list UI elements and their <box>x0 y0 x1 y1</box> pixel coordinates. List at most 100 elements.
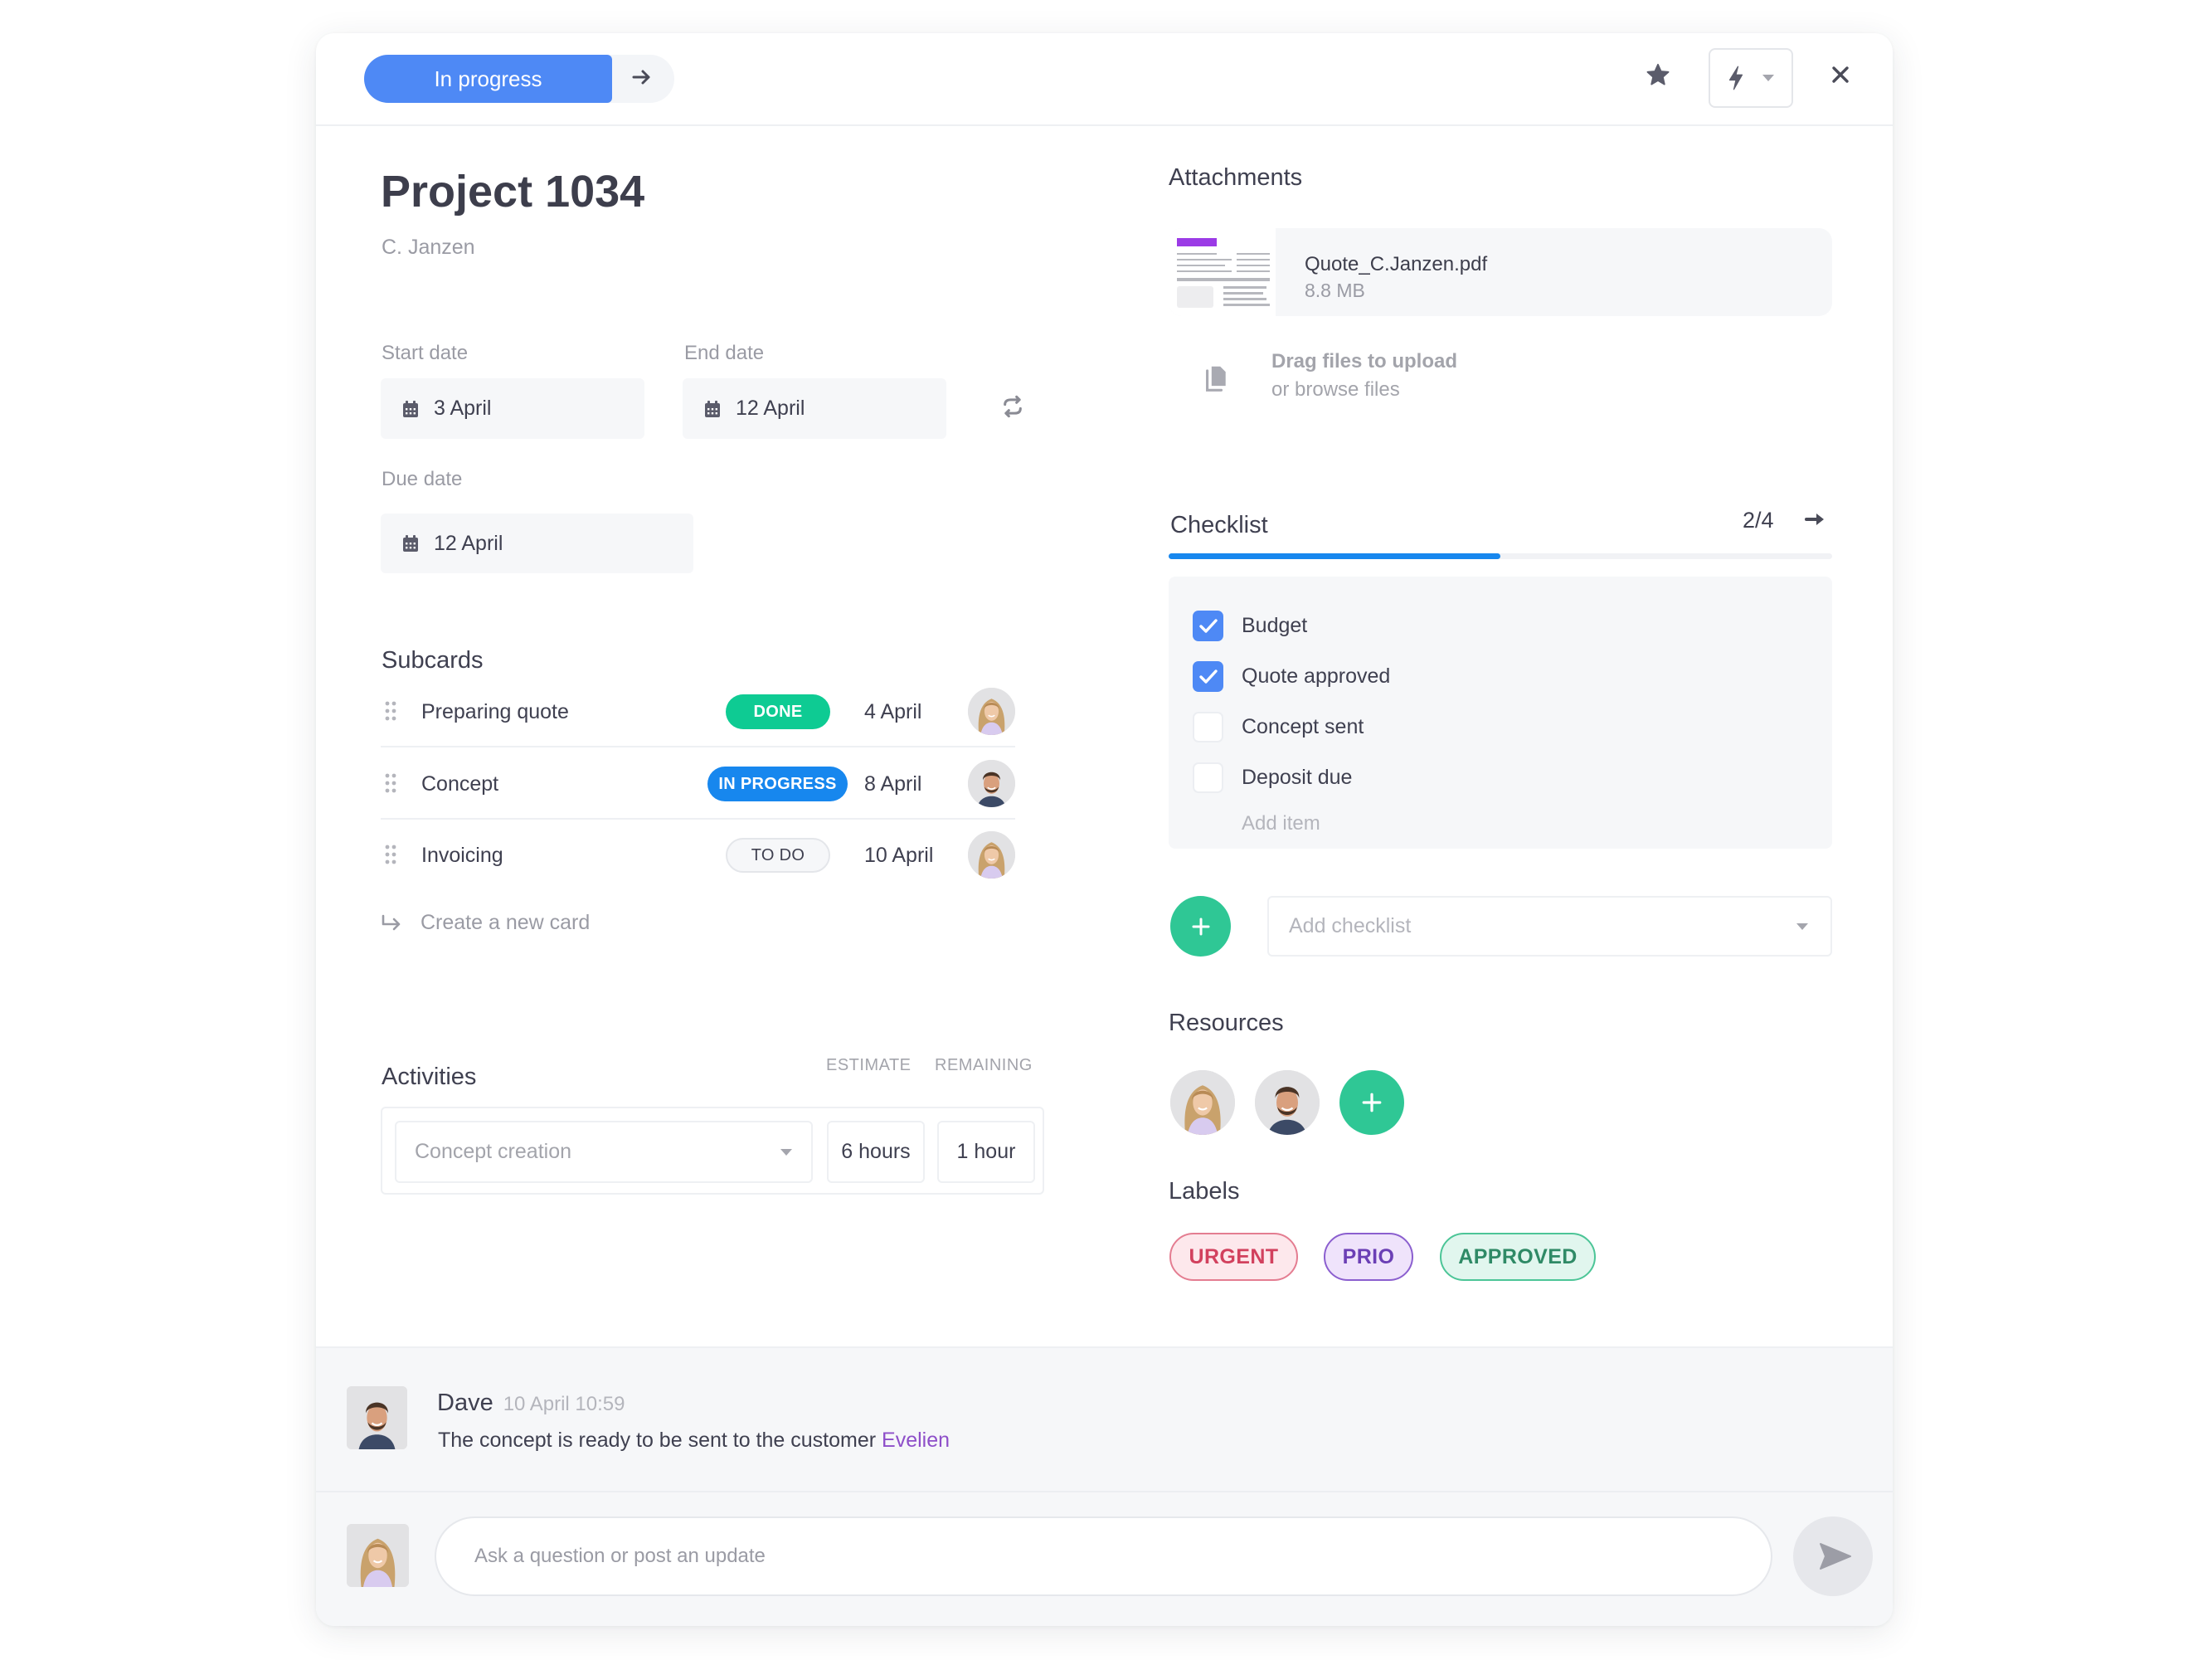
activity-select-value: Concept creation <box>415 1140 572 1163</box>
comment-timestamp: 10 April 10:59 <box>503 1393 625 1415</box>
checklist-item[interactable]: Quote approved <box>1193 661 1390 692</box>
drag-handle-icon[interactable] <box>385 773 396 797</box>
comment-mention[interactable]: Evelien <box>882 1429 950 1452</box>
plus-icon <box>1191 917 1211 937</box>
assignee-avatar[interactable] <box>968 688 1015 735</box>
comment-input[interactable]: Ask a question or post an update <box>435 1516 1772 1596</box>
attachment-name[interactable]: Quote_C.Janzen.pdf <box>1305 253 1487 276</box>
close-icon <box>1831 66 1850 88</box>
send-icon <box>1819 1542 1852 1570</box>
subcard-row[interactable]: Concept IN PROGRESS 8 April <box>381 748 1015 820</box>
due-date-value: 12 April <box>434 531 503 555</box>
plus-icon <box>1361 1092 1383 1113</box>
activity-row: Concept creation 6 hours 1 hour <box>381 1107 1044 1195</box>
status-badge-done[interactable]: DONE <box>726 694 830 729</box>
add-checklist-button[interactable] <box>1170 896 1231 957</box>
close-button[interactable] <box>1824 60 1857 93</box>
calendar-icon <box>402 400 419 418</box>
copy-files-icon <box>1205 364 1227 397</box>
subcard-date: 10 April <box>864 844 934 867</box>
activities-heading: Activities <box>382 1064 477 1090</box>
comment-body: The concept is ready to be sent to the c… <box>438 1429 950 1453</box>
checkbox-checked[interactable] <box>1193 661 1223 692</box>
start-date-input[interactable]: 3 April <box>381 378 644 439</box>
checkbox-unchecked[interactable] <box>1193 712 1223 742</box>
status-badge-in-progress[interactable]: IN PROGRESS <box>707 767 848 801</box>
pdf-thumbnail <box>1169 228 1276 316</box>
comments-section: Dave 10 April 10:59 The concept is ready… <box>316 1346 1893 1626</box>
checklist-item[interactable]: Budget <box>1193 611 1307 641</box>
current-user-avatar <box>347 1524 409 1587</box>
status-button[interactable]: In progress <box>364 55 612 103</box>
upload-primary-text: Drag files to upload <box>1271 350 1458 372</box>
subcard-row[interactable]: Preparing quote DONE 4 April <box>381 676 1015 747</box>
return-arrow-icon <box>381 914 402 932</box>
create-card-label: Create a new card <box>421 911 591 934</box>
checklist-progress-bar <box>1169 553 1832 559</box>
subcard-name: Concept <box>421 772 499 796</box>
subcard-row[interactable]: Invoicing TO DO 10 April <box>381 820 1015 891</box>
checklist-item[interactable]: Concept sent <box>1193 712 1364 742</box>
drag-handle-icon[interactable] <box>385 845 396 869</box>
due-date-input[interactable]: 12 April <box>381 514 693 573</box>
client-name: C. Janzen <box>382 236 475 259</box>
label-tag-urgent[interactable]: URGENT <box>1169 1233 1298 1281</box>
checkmark-icon <box>1198 618 1218 633</box>
remaining-value: 1 hour <box>956 1140 1016 1163</box>
checklist-panel: Budget Quote approved Concept sent Depos… <box>1169 577 1832 849</box>
subcard-name: Preparing quote <box>421 700 569 723</box>
checkbox-unchecked[interactable] <box>1193 762 1223 793</box>
label-tag-prio[interactable]: PRIO <box>1324 1233 1413 1281</box>
status-control: In progress <box>364 55 674 103</box>
checklist-item-label: Budget <box>1242 614 1308 637</box>
activity-select[interactable]: Concept creation <box>395 1121 813 1183</box>
estimate-input[interactable]: 6 hours <box>827 1121 925 1183</box>
checklist-open-button[interactable] <box>1801 506 1830 536</box>
checkmark-icon <box>1198 669 1218 684</box>
resource-avatar[interactable] <box>1255 1070 1320 1135</box>
comment-author-avatar[interactable] <box>347 1386 407 1449</box>
assignee-avatar[interactable] <box>968 760 1015 807</box>
checkbox-checked[interactable] <box>1193 611 1223 641</box>
star-icon <box>1646 63 1670 90</box>
lightning-icon <box>1727 66 1745 90</box>
due-date-label: Due date <box>382 468 463 490</box>
status-badge-todo[interactable]: TO DO <box>726 838 830 873</box>
estimate-value: 6 hours <box>841 1140 911 1163</box>
caret-down-icon <box>780 1148 793 1156</box>
favorite-button[interactable] <box>1640 58 1676 95</box>
label-tag-approved[interactable]: APPROVED <box>1440 1233 1596 1281</box>
checklist-item[interactable]: Deposit due <box>1193 762 1352 793</box>
start-date-label: Start date <box>382 342 469 364</box>
attachment-item[interactable]: Quote_C.Janzen.pdf 8.8 MB <box>1169 228 1832 316</box>
subcard-date: 4 April <box>864 700 922 723</box>
comment-author[interactable]: Dave <box>437 1390 493 1417</box>
resource-avatar[interactable] <box>1170 1070 1235 1135</box>
attachments-heading: Attachments <box>1169 164 1303 191</box>
drag-handle-icon[interactable] <box>385 701 396 725</box>
automation-dropdown[interactable] <box>1709 48 1793 108</box>
caret-down-icon <box>1762 74 1775 82</box>
next-status-button[interactable] <box>621 55 663 103</box>
remaining-input[interactable]: 1 hour <box>937 1121 1035 1183</box>
add-item-input[interactable]: Add item <box>1242 812 1320 835</box>
arrow-right-icon <box>1805 511 1826 532</box>
send-button[interactable] <box>1793 1516 1873 1596</box>
browse-files-link[interactable]: or browse files <box>1271 378 1400 402</box>
calendar-icon <box>402 534 419 553</box>
checklist-item-label: Quote approved <box>1242 664 1391 688</box>
add-checklist-select[interactable]: Add checklist <box>1267 896 1832 957</box>
end-date-input[interactable]: 12 April <box>683 378 946 439</box>
card-header: In progress <box>316 33 1893 126</box>
create-card-link[interactable]: Create a new card <box>381 911 590 935</box>
checklist-item-label: Concept sent <box>1242 715 1364 738</box>
assignee-avatar[interactable] <box>968 831 1015 879</box>
start-date-value: 3 April <box>434 397 492 420</box>
remaining-column-header: REMAINING <box>935 1056 1033 1074</box>
swap-dates-button[interactable] <box>996 392 1029 425</box>
add-resource-button[interactable] <box>1339 1070 1404 1135</box>
comment-header: Dave 10 April 10:59 <box>437 1390 625 1417</box>
subcard-name: Invoicing <box>421 844 503 867</box>
upload-dropzone[interactable]: Drag files to upload or browse files <box>1205 350 1587 408</box>
checklist-heading: Checklist <box>1170 512 1268 538</box>
